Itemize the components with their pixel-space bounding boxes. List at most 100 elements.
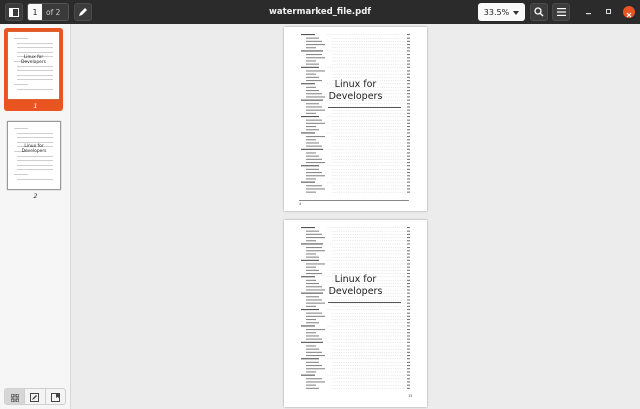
toc-heading-line [301, 325, 410, 327]
toc-entry-line [306, 191, 410, 193]
toc-entry-line [306, 175, 410, 177]
toc-heading-line [301, 50, 410, 52]
watermark-underline [328, 107, 401, 108]
toc-entry-line [306, 139, 410, 141]
watermark-line2: Developers [328, 286, 383, 297]
thumbnails-view-button[interactable] [5, 389, 26, 404]
search-button[interactable] [530, 3, 548, 21]
toc-entry-line [306, 162, 410, 164]
toc-entry-line [306, 188, 410, 190]
thumbnail-line [17, 88, 53, 90]
toc-entry-line [306, 158, 410, 160]
toc-entry-line [306, 142, 410, 144]
thumbnail-line [14, 84, 28, 85]
zoom-dropdown[interactable]: 33.5% [478, 3, 525, 21]
toc-entry-line [306, 329, 410, 331]
bookmarks-icon [50, 389, 60, 404]
thumbnail-line [17, 137, 53, 139]
toc-entry-line [306, 60, 410, 62]
toc-entry-line [306, 54, 410, 56]
toc-entry-line [306, 155, 410, 157]
header-bar: 1 of 2 watermarked_file.pdf 33.5% [0, 0, 640, 24]
toc-entry-line [306, 73, 410, 75]
toc-entry-line [306, 250, 410, 252]
toc-entry-line [306, 47, 410, 49]
annotate-button[interactable] [74, 3, 92, 21]
close-button[interactable] [623, 6, 635, 18]
toc-heading-line [301, 341, 410, 343]
maximize-button[interactable] [603, 7, 613, 17]
toc-lines [301, 34, 410, 193]
footer-rule [299, 200, 409, 201]
hamburger-menu-icon [556, 8, 566, 16]
thumbnail-page-1[interactable]: Linux for Developers [8, 32, 59, 99]
document-viewer[interactable]: Linux for Developers 4 Linux for Develop… [72, 24, 640, 409]
toc-entry-line [306, 152, 410, 154]
toc-entry-line [306, 109, 410, 111]
maximize-icon [605, 8, 612, 17]
page-footer-number: 4 [299, 202, 302, 206]
toc-entry-line [306, 371, 410, 373]
toc-entry-line [306, 230, 410, 232]
toc-entry-line [306, 319, 410, 321]
annotations-view-button[interactable] [25, 389, 46, 404]
watermark-line1: Linux for [334, 274, 377, 285]
thumbnail-line [17, 141, 53, 143]
toc-heading-line [301, 148, 410, 150]
toc-entry-line [306, 237, 410, 239]
toc-entry-line [306, 263, 410, 265]
toc-entry-line [306, 378, 410, 380]
toc-entry-line [306, 112, 410, 114]
document-page-1: Linux for Developers 4 [284, 27, 427, 211]
toc-heading-line [301, 34, 410, 36]
minimize-icon [585, 8, 592, 17]
chevron-down-icon [513, 8, 520, 17]
toc-entry-line [306, 168, 410, 170]
toc-entry-line [306, 240, 410, 242]
toc-entry-line [306, 299, 410, 301]
toc-entry-line [306, 322, 410, 324]
watermark-line1: Linux for [334, 79, 377, 90]
thumbnail-line [17, 47, 53, 49]
toc-heading-line [301, 374, 410, 376]
toc-entry-line [306, 332, 410, 334]
thumbnail-label-1: 1 [33, 102, 38, 110]
bookmarks-view-button[interactable] [46, 389, 65, 404]
close-icon [626, 3, 632, 22]
toc-entry-line [306, 351, 410, 353]
toc-entry-line [306, 345, 410, 347]
thumbnail-line [14, 174, 28, 175]
toc-heading-line [301, 66, 410, 68]
toc-entry-line [306, 185, 410, 187]
thumbnail-line [17, 42, 53, 44]
toc-entry-line [306, 76, 410, 78]
toc-entry-line [306, 368, 410, 370]
zoom-value: 33.5% [483, 7, 510, 17]
toc-entry-line [306, 305, 410, 307]
page-footer-number: 15 [408, 394, 413, 398]
toc-entry-line [306, 247, 410, 249]
thumbnail-line [17, 70, 53, 72]
toc-entry-line [306, 178, 410, 180]
toc-heading-line [301, 165, 410, 167]
annotate-pen-icon [78, 7, 88, 17]
thumbnail-line [17, 169, 53, 171]
thumbnail-label-2: 2 [33, 192, 38, 200]
toc-heading-line [301, 309, 410, 311]
toc-lines [301, 227, 410, 389]
toc-entry-line [306, 44, 410, 46]
search-icon [534, 7, 544, 17]
toc-entry-line [306, 365, 410, 367]
page-count-label: of 2 [46, 7, 61, 17]
toc-heading-line [301, 132, 410, 134]
page-number-input[interactable]: 1 [28, 4, 42, 20]
minimize-button[interactable] [583, 7, 593, 17]
thumbnail-page-2[interactable]: Linux for Developers [7, 121, 61, 190]
sidebar-toggle-button[interactable] [5, 3, 23, 21]
thumbnail-watermark-line2: Developers [21, 149, 47, 154]
toc-entry-line [306, 172, 410, 174]
toc-entry-line [306, 387, 410, 389]
thumbnail-line [17, 74, 53, 76]
menu-button[interactable] [552, 3, 570, 21]
toc-entry-line [306, 37, 410, 39]
